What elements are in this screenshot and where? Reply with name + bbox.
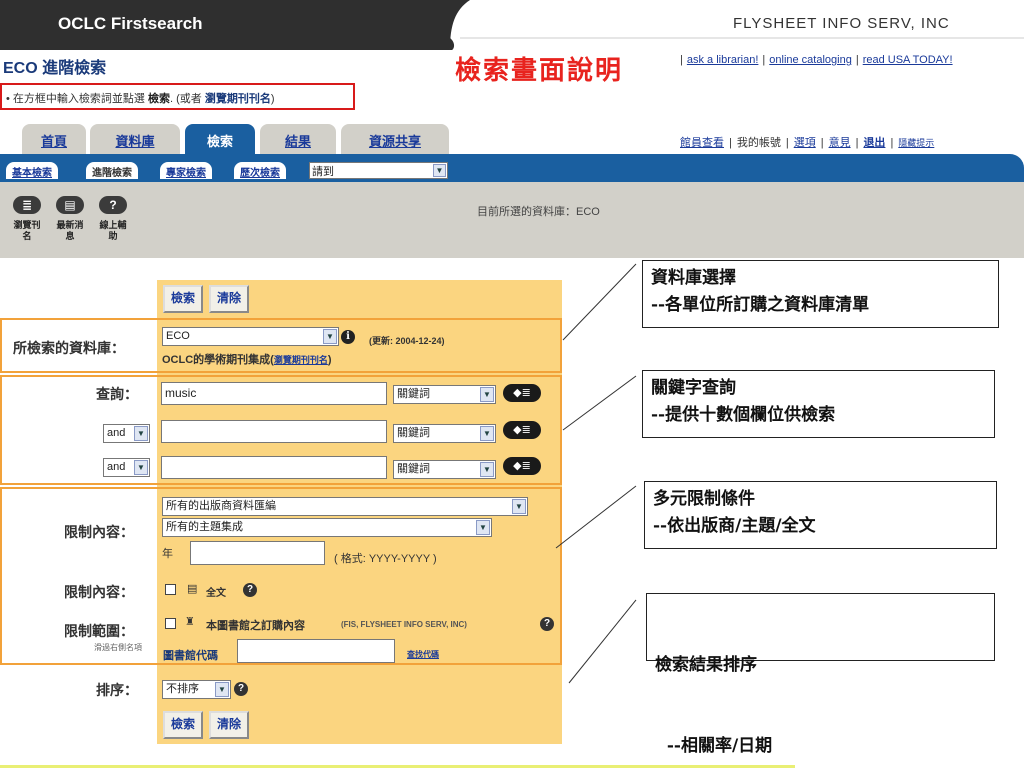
callout-desc: --提供十數個欄位供檢索 xyxy=(651,405,836,425)
connector-line xyxy=(562,375,637,431)
connector-line xyxy=(568,599,637,684)
callout-desc: --相關率/日期 xyxy=(655,736,773,756)
callout-keyword: 關鍵字查詢 --提供十數個欄位供檢索 xyxy=(642,370,995,438)
callout-sort: 檢索結果排序 --相關率/日期 xyxy=(646,593,995,756)
callout-title: 資料庫選擇 xyxy=(651,268,736,288)
callout-desc: --各單位所訂購之資料庫清單 xyxy=(651,295,870,315)
callout-title: 多元限制條件 xyxy=(653,489,755,509)
callout-database: 資料庫選擇 --各單位所訂購之資料庫清單 xyxy=(642,260,999,328)
connector-line xyxy=(562,263,637,341)
callout-title: 關鍵字查詢 xyxy=(651,378,736,398)
callout-title: 檢索結果排序 xyxy=(655,655,757,675)
callout-desc: --依出版商/主題/全文 xyxy=(653,516,816,536)
callout-limits: 多元限制條件 --依出版商/主題/全文 xyxy=(644,481,997,549)
connector-line xyxy=(555,485,637,549)
